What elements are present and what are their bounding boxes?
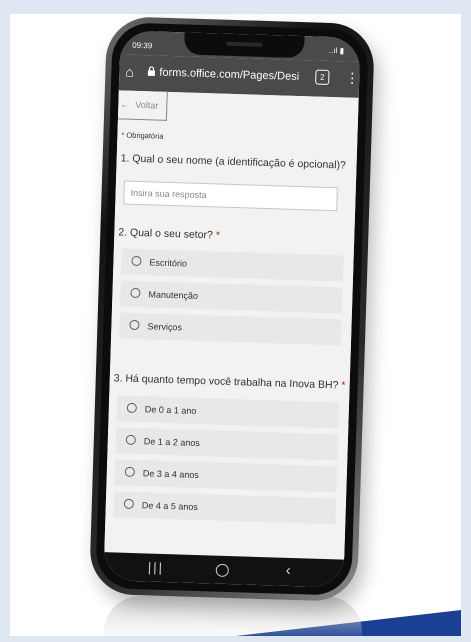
radio-icon [123,498,134,510]
question-1-title: 1. Qual o seu nome (a identificação é op… [120,152,347,172]
phone-bezel: 09:39 ..ıl ▮ ⌂ forms.office.com/Pages/De… [95,22,369,596]
option-1-2-anos[interactable]: De 1 a 2 anos [115,427,339,461]
signal-icon: ..ıl ▮ [328,45,345,56]
question-3-text: 3. Há quanto tempo você trabalha na Inov… [113,372,339,392]
required-star: * [215,229,221,242]
name-input[interactable] [123,180,338,212]
speaker [226,41,263,47]
option-label: De 4 a 5 anos [141,500,198,513]
phone-reflection [104,596,362,642]
back-nav-icon[interactable]: ‹ [286,562,292,579]
option-manutencao[interactable]: Manutenção [120,280,343,314]
home-circle-icon[interactable] [215,563,229,578]
option-label: Manutenção [148,289,199,301]
option-label: De 0 a 1 ano [144,404,197,416]
phone-notch [183,32,305,59]
required-note-text: Obrigatória [126,130,164,141]
back-label: Voltar [135,99,159,111]
required-star: * [121,130,125,140]
option-label: Escritório [149,257,188,269]
radio-icon [130,287,141,299]
option-4-5-anos[interactable]: De 4 a 5 anos [113,491,337,525]
question-2-text: 2. Qual o seu setor? [118,226,214,242]
question-2-title: 2. Qual o seu setor? * [118,226,220,241]
radio-icon [125,434,136,446]
arrow-left-icon: ← [120,99,130,110]
status-time: 09:39 [132,40,153,51]
option-label: Serviços [147,321,183,333]
lock-icon [147,66,155,78]
option-label: De 3 a 4 anos [142,468,199,481]
radio-icon [124,466,135,478]
required-star: * [341,379,346,392]
url-field[interactable]: forms.office.com/Pages/Desig [159,67,299,83]
home-icon[interactable]: ⌂ [125,64,134,80]
radio-icon [131,255,142,267]
option-3-4-anos[interactable]: De 3 a 4 anos [114,459,338,493]
back-button[interactable]: ← Voltar [117,90,168,121]
option-escritorio[interactable]: Escritório [121,248,344,282]
radio-icon [126,402,137,414]
radio-icon [129,319,140,331]
menu-icon[interactable]: ⋮ [345,69,359,86]
option-label: De 1 a 2 anos [143,436,200,449]
question-3-title: 3. Há quanto tempo você trabalha na Inov… [114,372,346,391]
required-note: * Obrigatória [121,130,163,140]
phone-screen: 09:39 ..ıl ▮ ⌂ forms.office.com/Pages/De… [103,30,361,588]
tabs-count-icon[interactable]: 2 [315,69,330,85]
recent-apps-icon[interactable]: ||| [148,559,165,574]
option-0-1-ano[interactable]: De 0 a 1 ano [116,395,340,429]
phone-frame: 09:39 ..ıl ▮ ⌂ forms.office.com/Pages/De… [88,15,376,603]
option-servicos[interactable]: Serviços [119,312,342,346]
form-content: ← Voltar * Obrigatória 1. Qual o seu nome… [104,90,359,560]
